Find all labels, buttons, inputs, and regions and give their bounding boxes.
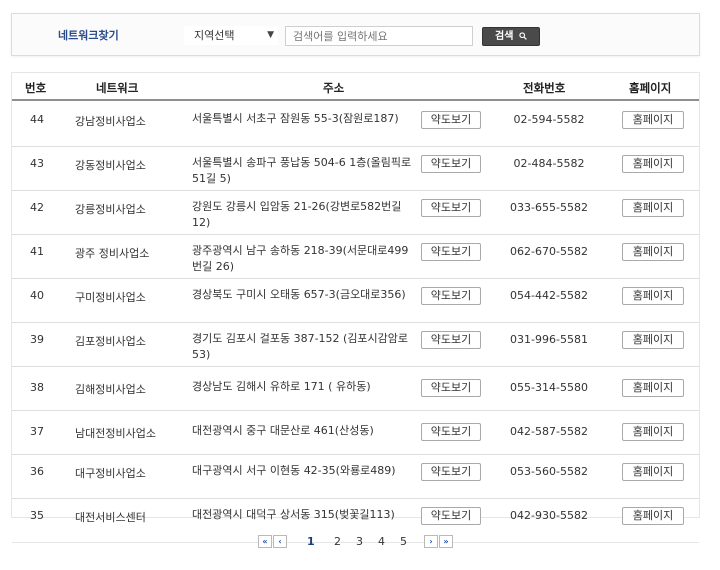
row-phone: 033-655-5582 <box>510 201 588 214</box>
network-table: 번호 네트워크 주소 전화번호 홈페이지 44 강남정비사업소 서울특별시 서초구 … <box>11 72 700 543</box>
row-network-name: 구미정비사업소 <box>75 291 146 304</box>
search-button[interactable]: 검색 <box>482 27 540 46</box>
header-phone: 전화번호 <box>523 81 566 95</box>
table-row: 43 강동정비사업소 서울특별시 송파구 풍납동 504-6 1층(올림픽로51길 … <box>12 147 699 191</box>
row-number: 35 <box>30 509 44 522</box>
homepage-button[interactable]: 홈페이지 <box>622 331 684 349</box>
row-number: 42 <box>30 201 44 214</box>
pagination: « ‹ 1 2 3 4 5 › » <box>0 535 720 549</box>
row-network-name: 대전서비스센터 <box>75 511 146 524</box>
page-link[interactable]: 5 <box>400 535 407 548</box>
region-select[interactable]: 지역선택 ▼ <box>184 26 278 45</box>
map-button[interactable]: 약도보기 <box>421 331 481 349</box>
map-button[interactable]: 약도보기 <box>421 423 481 441</box>
row-address: 대전광역시 대덕구 상서동 315(벚꽃길113) <box>192 508 395 521</box>
row-address: 경상남도 김해시 유하로 171 ( 유하동) <box>192 380 371 393</box>
row-address: 서울특별시 송파구 풍납동 504-6 1층(올림픽로51길 5) <box>192 156 412 185</box>
map-button[interactable]: 약도보기 <box>421 507 481 525</box>
search-input[interactable] <box>285 26 473 46</box>
table-header: 번호 네트워크 주소 전화번호 홈페이지 <box>12 73 699 101</box>
next-page-button[interactable]: › <box>424 535 438 548</box>
map-button[interactable]: 약도보기 <box>421 379 481 397</box>
homepage-button[interactable]: 홈페이지 <box>622 379 684 397</box>
row-phone: 054-442-5582 <box>510 289 588 302</box>
table-row: 36 대구정비사업소 대구광역시 서구 이현동 42-35(와룡로489) 약도보기 0… <box>12 455 699 499</box>
table-row: 37 남대전정비사업소 대전광역시 중구 대문산로 461(산성동) 약도보기 042-… <box>12 411 699 455</box>
map-button[interactable]: 약도보기 <box>421 199 481 217</box>
row-address: 대구광역시 서구 이현동 42-35(와룡로489) <box>192 464 396 477</box>
page-link[interactable]: 3 <box>356 535 363 548</box>
table-row: 42 강릉정비사업소 강원도 강릉시 입암동 21-26(강변로582번길 12) 약… <box>12 191 699 235</box>
table-row: 40 구미정비사업소 경상북도 구미시 오태동 657-3(금오대로356) 약도보기… <box>12 279 699 323</box>
row-network-name: 대구정비사업소 <box>75 467 146 480</box>
header-no: 번호 <box>25 81 47 95</box>
row-network-name: 강남정비사업소 <box>75 115 146 128</box>
row-network-name: 강릉정비사업소 <box>75 203 146 216</box>
row-network-name: 남대전정비사업소 <box>75 427 156 440</box>
row-phone: 042-930-5582 <box>510 509 588 522</box>
row-number: 41 <box>30 245 44 258</box>
row-address: 강원도 강릉시 입암동 21-26(강변로582번길 12) <box>192 200 402 229</box>
first-page-button[interactable]: « <box>258 535 272 548</box>
prev-page-button[interactable]: ‹ <box>273 535 287 548</box>
search-label: 네트워크찾기 <box>58 29 119 42</box>
row-network-name: 김포정비사업소 <box>75 335 146 348</box>
page-link[interactable]: 4 <box>378 535 385 548</box>
row-address: 경상북도 구미시 오태동 657-3(금오대로356) <box>192 288 406 301</box>
map-button[interactable]: 약도보기 <box>421 155 481 173</box>
row-phone: 062-670-5582 <box>510 245 588 258</box>
homepage-button[interactable]: 홈페이지 <box>622 507 684 525</box>
row-number: 44 <box>30 113 44 126</box>
row-phone: 02-484-5582 <box>513 157 585 170</box>
row-phone: 02-594-5582 <box>513 113 585 126</box>
header-address: 주소 <box>323 81 345 95</box>
row-number: 43 <box>30 157 44 170</box>
page-link[interactable]: 1 <box>307 535 315 548</box>
homepage-button[interactable]: 홈페이지 <box>622 243 684 261</box>
map-button[interactable]: 약도보기 <box>421 111 481 129</box>
region-select-value: 지역선택 <box>194 29 235 42</box>
header-homepage: 홈페이지 <box>629 81 672 95</box>
row-address: 광주광역시 남구 송하동 218-39(서문대로499번길 26) <box>192 244 409 273</box>
row-phone: 042-587-5582 <box>510 425 588 438</box>
homepage-button[interactable]: 홈페이지 <box>622 287 684 305</box>
homepage-button[interactable]: 홈페이지 <box>622 111 684 129</box>
row-number: 36 <box>30 465 44 478</box>
row-address: 경기도 김포시 걸포동 387-152 (김포시감암로 53) <box>192 332 409 361</box>
row-number: 37 <box>30 425 44 438</box>
table-row: 41 광주 정비사업소 광주광역시 남구 송하동 218-39(서문대로499번길 … <box>12 235 699 279</box>
search-button-label: 검색 <box>495 31 514 42</box>
row-address: 서울특별시 서초구 잠원동 55-3(잠원로187) <box>192 112 399 125</box>
row-number: 40 <box>30 289 44 302</box>
table-row: 39 김포정비사업소 경기도 김포시 걸포동 387-152 (김포시감암로 53)… <box>12 323 699 367</box>
row-phone: 031-996-5581 <box>510 333 588 346</box>
page-link[interactable]: 2 <box>334 535 341 548</box>
row-number: 39 <box>30 333 44 346</box>
search-icon <box>519 32 527 40</box>
homepage-button[interactable]: 홈페이지 <box>622 155 684 173</box>
table-row: 38 김해정비사업소 경상남도 김해시 유하로 171 ( 유하동) 약도보기 055-… <box>12 367 699 411</box>
row-phone: 055-314-5580 <box>510 381 588 394</box>
last-page-button[interactable]: » <box>439 535 453 548</box>
row-network-name: 강동정비사업소 <box>75 159 146 172</box>
homepage-button[interactable]: 홈페이지 <box>622 463 684 481</box>
row-network-name: 광주 정비사업소 <box>75 247 150 260</box>
homepage-button[interactable]: 홈페이지 <box>622 423 684 441</box>
chevron-down-icon: ▼ <box>267 30 274 40</box>
header-network: 네트워크 <box>96 81 139 95</box>
map-button[interactable]: 약도보기 <box>421 463 481 481</box>
table-row: 44 강남정비사업소 서울특별시 서초구 잠원동 55-3(잠원로187) 약도보기 0… <box>12 103 699 147</box>
homepage-button[interactable]: 홈페이지 <box>622 199 684 217</box>
search-bar: 네트워크찾기 지역선택 ▼ 검색 <box>11 13 700 56</box>
map-button[interactable]: 약도보기 <box>421 243 481 261</box>
map-button[interactable]: 약도보기 <box>421 287 481 305</box>
row-network-name: 김해정비사업소 <box>75 383 146 396</box>
row-number: 38 <box>30 381 44 394</box>
row-phone: 053-560-5582 <box>510 465 588 478</box>
row-address: 대전광역시 중구 대문산로 461(산성동) <box>192 424 374 437</box>
